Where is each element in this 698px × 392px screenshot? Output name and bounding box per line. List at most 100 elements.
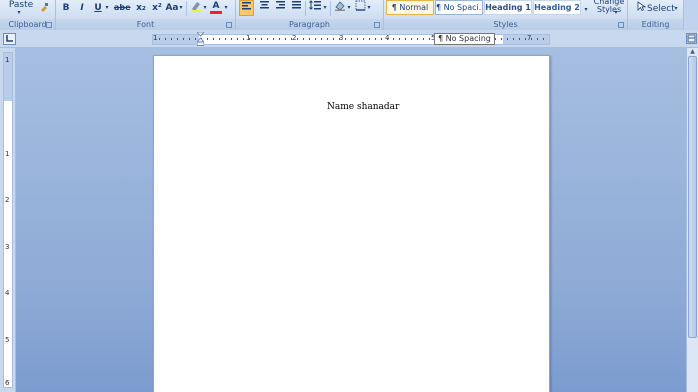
ruler-tick [411,38,412,40]
italic-button[interactable]: I [76,0,88,16]
clipboard-launcher-icon[interactable] [46,22,52,28]
underline-dropdown-icon[interactable]: ▾ [104,0,110,16]
ruler-tick [321,38,322,40]
ruler-tick [195,38,196,40]
paragraph-separator [305,1,306,16]
ruler-tick [225,38,226,40]
clipboard-group: Paste ▾ Clipboard [0,0,56,30]
ruler-tick [291,38,292,40]
align-center-button[interactable] [257,0,271,16]
style-normal[interactable]: ¶ Normal [386,0,434,15]
select-icon[interactable] [636,1,646,17]
ruler-tick [423,38,424,40]
indent-marker-icon[interactable] [197,32,204,46]
font-group: B I U ▾ abe x₂ x² Aa ▾ ▾ A ▾ Font [56,0,236,30]
ribbon-right-edge [684,0,698,30]
ruler-tick [519,38,520,40]
font-color-button[interactable]: A [210,0,222,16]
style-heading-2[interactable]: Heading 2 [533,0,581,15]
underline-button[interactable]: U [92,0,104,16]
ruler-tick [207,38,208,40]
ruler-tick [177,38,178,40]
ruler-tick [279,38,280,40]
horizontal-ruler-row: 1 1 2 3 4 5 6 7 [0,30,698,48]
ruler-tick [219,38,220,40]
highlight-icon[interactable] [189,0,203,16]
ruler-tick [255,38,256,40]
vertical-scrollbar[interactable]: ▲ [686,48,698,392]
select-dropdown-icon[interactable]: ▾ [673,1,679,17]
strikethrough-button[interactable]: abe [114,0,131,16]
ruler-tick [159,38,160,40]
change-styles-button[interactable]: Change Styles [592,0,626,14]
subscript-button[interactable]: x₂ [134,0,148,16]
styles-launcher-icon[interactable] [618,22,624,28]
ruler-tick [375,38,376,40]
font-color-dropdown-icon[interactable]: ▾ [223,0,229,16]
ruler-tick [237,38,238,40]
document-page[interactable]: Name shanadar [153,55,550,392]
ruler-tick [393,38,394,40]
select-button[interactable]: Select [647,1,675,17]
superscript-button[interactable]: x² [150,0,164,16]
ruler-tick [417,38,418,40]
view-ruler-button[interactable] [686,33,697,44]
line-spacing-dropdown-icon[interactable]: ▾ [322,0,328,16]
ruler-tick [339,38,340,40]
font-separator [186,1,187,16]
vruler-number: 5 [5,336,10,344]
ruler-tick [525,38,526,40]
ruler-tick [183,38,184,40]
ruler-tick [531,38,532,40]
styles-group: ¶ Normal ¶ No Spaci... Heading 1 Heading… [384,0,628,30]
vertical-ruler[interactable]: 1 1 2 3 4 5 6 [0,48,16,392]
change-case-dropdown-icon[interactable]: ▾ [178,0,184,16]
line-spacing-icon[interactable] [308,0,322,16]
paragraph-separator-2 [330,1,331,16]
styles-group-label: Styles [384,19,627,30]
ruler-tick [363,38,364,40]
editing-group: Select ▾ Editing [628,0,684,30]
borders-icon[interactable] [354,0,366,16]
vruler-number: 1 [5,56,10,64]
ruler-tick [171,38,172,40]
paragraph-launcher-icon[interactable] [374,22,380,28]
bold-button[interactable]: B [60,0,72,16]
ruler-tick [249,38,250,40]
scroll-up-icon[interactable]: ▲ [688,48,697,55]
align-right-button[interactable] [273,0,287,16]
highlight-dropdown-icon[interactable]: ▾ [202,0,208,16]
ruler-tick [369,38,370,40]
ruler-tick [513,38,514,40]
ruler-tick [501,38,502,40]
vruler-number: 4 [5,289,10,297]
tab-selector-button[interactable] [3,33,16,45]
ruler-tick [267,38,268,40]
format-painter-icon[interactable] [38,2,50,18]
ruler-tick [303,38,304,40]
ruler-tick [261,38,262,40]
paragraph-group-label: Paragraph [236,19,383,30]
ruler-tick [273,38,274,40]
shading-dropdown-icon[interactable]: ▾ [346,0,352,16]
borders-dropdown-icon[interactable]: ▾ [366,0,372,16]
ruler-tick [285,38,286,40]
font-launcher-icon[interactable] [226,22,232,28]
vruler-number: 2 [5,196,10,204]
change-styles-label: Change Styles [593,0,625,14]
scrollbar-thumb[interactable] [688,56,697,338]
style-no-spacing[interactable]: ¶ No Spaci... [435,0,483,15]
ruler-tick [405,38,406,40]
document-text[interactable]: Name shanadar [327,102,399,112]
style-tooltip: ¶ No Spacing [434,33,495,45]
align-left-button[interactable] [239,0,254,16]
ruler-tick [351,38,352,40]
ruler-tick [381,38,382,40]
shading-icon[interactable] [333,0,347,16]
ruler-tick [231,38,232,40]
ruler-tick [333,38,334,40]
styles-more-icon[interactable]: ▾ [582,2,590,18]
style-heading-1[interactable]: Heading 1 [484,0,532,15]
ruler-tick [315,38,316,40]
justify-button[interactable] [289,0,303,16]
